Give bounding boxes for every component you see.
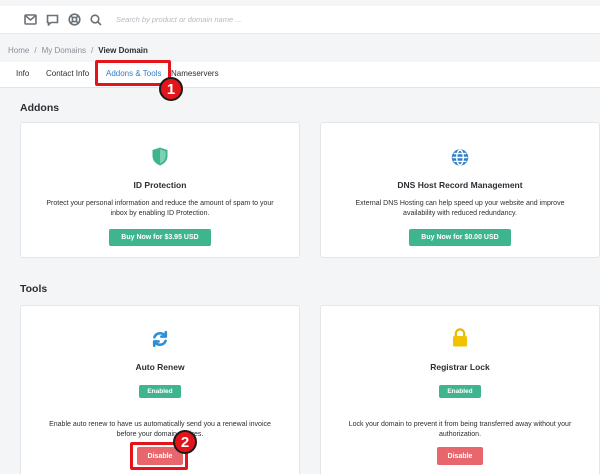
annotation-marker-2: 2 <box>173 430 197 454</box>
card-description-line: External DNS Hosting can help speed up y… <box>355 200 565 207</box>
status-badge: Enabled <box>139 385 181 398</box>
status-badge: Enabled <box>439 385 481 398</box>
annotation-marker-1: 1 <box>159 77 183 101</box>
globe-icon <box>451 149 469 171</box>
dns-management-card: DNS Host Record Management External DNS … <box>320 122 600 258</box>
breadcrumb-separator: / <box>91 46 94 55</box>
addons-section-title: Addons <box>20 102 60 114</box>
buy-dns-management-button[interactable]: Buy Now for $0.00 USD <box>409 229 511 246</box>
card-title: ID Protection <box>133 180 187 190</box>
buy-id-protection-button[interactable]: Buy Now for $3.95 USD <box>109 229 211 246</box>
tools-section-title: Tools <box>20 283 48 295</box>
id-protection-card: ID Protection Protect your personal info… <box>20 122 300 258</box>
search-input[interactable] <box>116 15 416 24</box>
breadcrumb-separator: / <box>34 46 37 55</box>
card-description: Lock your domain to prevent it from bein… <box>331 420 589 440</box>
breadcrumb-my-domains[interactable]: My Domains <box>42 46 86 55</box>
tab-info[interactable]: Info <box>16 69 29 78</box>
disable-registrar-lock-button[interactable]: Disable <box>437 447 483 465</box>
mail-icon[interactable] <box>22 12 38 28</box>
card-description: Enable auto renew to have us automatical… <box>31 420 289 440</box>
card-description-line: inbox by enabling ID Protection. <box>110 210 210 217</box>
breadcrumb: Home / My Domains / View Domain <box>8 46 148 55</box>
search-icon[interactable] <box>88 12 104 28</box>
card-description-line: Protect your personal information and re… <box>46 200 274 207</box>
chat-icon[interactable] <box>44 12 60 28</box>
tab-contact-info[interactable]: Contact Info <box>46 69 89 78</box>
breadcrumb-current: View Domain <box>98 46 148 55</box>
lock-icon <box>452 328 468 352</box>
card-description: Protect your personal information and re… <box>31 199 289 219</box>
card-description-line: Lock your domain to prevent it from bein… <box>348 421 572 428</box>
registrar-lock-card: Registrar Lock Enabled Lock your domain … <box>320 305 600 474</box>
tab-bar: Info Contact Info Addons & Tools Nameser… <box>0 62 600 88</box>
refresh-icon <box>151 330 169 353</box>
card-title: DNS Host Record Management <box>397 180 523 190</box>
card-description: External DNS Hosting can help speed up y… <box>331 199 589 219</box>
card-description-line: authorization. <box>438 431 482 438</box>
card-description-line: before your domain expires. <box>116 431 204 438</box>
tab-nameservers[interactable]: Nameservers <box>171 69 219 78</box>
breadcrumb-home[interactable]: Home <box>8 46 29 55</box>
shield-icon <box>152 147 168 171</box>
support-icon[interactable] <box>66 12 82 28</box>
card-description-line: Enable auto renew to have us automatical… <box>49 421 271 428</box>
top-bar <box>0 6 600 34</box>
card-description-line: availability with reduced redundancy. <box>403 210 517 217</box>
card-title: Auto Renew <box>135 362 185 372</box>
card-title: Registrar Lock <box>430 362 490 372</box>
